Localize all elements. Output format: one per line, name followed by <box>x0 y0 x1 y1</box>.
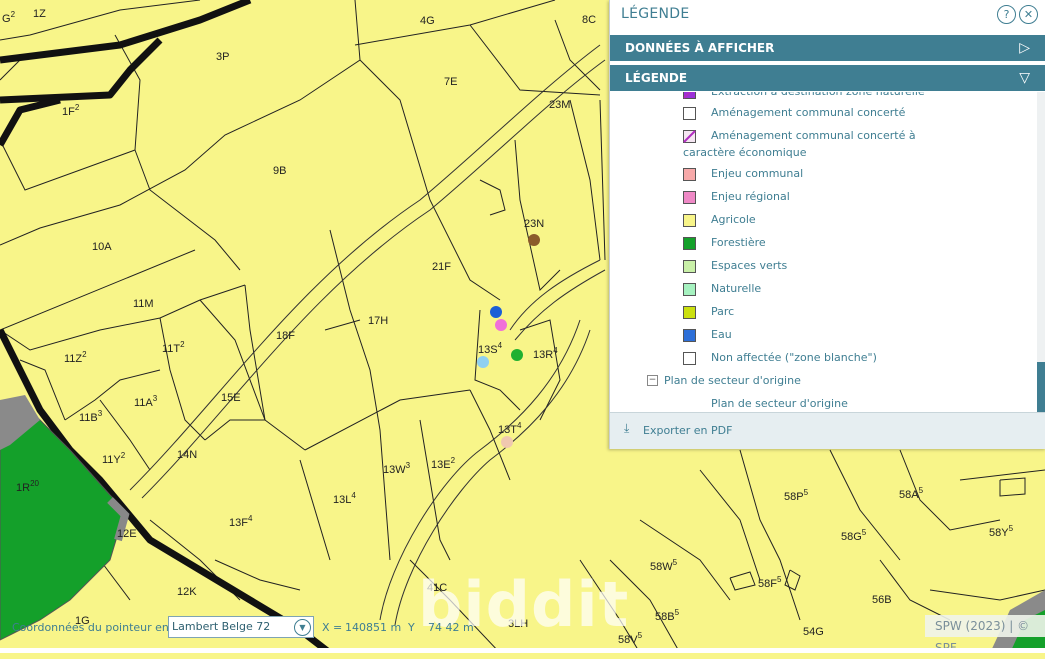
legend-title: LÉGENDE <box>621 6 690 22</box>
parcel-label-23n: 23N <box>524 218 544 230</box>
expand-right-icon: ▷ <box>1019 40 1030 56</box>
legend-group-child-label[interactable]: Plan de secteur d'origine <box>711 397 848 410</box>
legend-item-label[interactable]: Aménagement communal concerté à <box>711 129 916 142</box>
legend-item-label[interactable]: Parc <box>711 305 734 318</box>
legend-item-label[interactable]: Espaces verts <box>711 259 787 272</box>
legend-item-label[interactable]: Enjeu régional <box>711 190 790 203</box>
legend-scroll-thumb[interactable] <box>1037 362 1045 412</box>
parcel-label-3p: 3P <box>216 51 229 63</box>
legend-swatch <box>683 92 696 99</box>
legend-swatch <box>683 168 696 181</box>
legend-list[interactable]: Extraction à destination zone naturelle A… <box>610 92 1036 412</box>
legend-item-label-line2[interactable]: caractère économique <box>683 146 806 159</box>
parcel-label-56b: 56B <box>872 594 892 606</box>
parcel-label-12k: 12K <box>177 586 197 598</box>
marker-green[interactable] <box>511 349 523 361</box>
legend-swatch <box>683 191 696 204</box>
attribution: SPW (2023) | © SPF <box>925 615 1045 655</box>
legend-swatch <box>683 260 696 273</box>
legend-item-label[interactable]: Extraction à destination zone naturelle <box>711 92 925 98</box>
chevron-down-icon[interactable]: ▼ <box>294 619 311 636</box>
legend-panel: LÉGENDE ? ✕ DONNÉES À AFFICHER ▷ LÉGENDE… <box>609 0 1045 449</box>
legend-item-label[interactable]: Forestière <box>711 236 766 249</box>
projection-value: Lambert Belge 72 <box>172 620 271 633</box>
group-collapse-icon[interactable]: − <box>647 375 658 386</box>
parcel-label-12e: 12E <box>117 528 137 540</box>
help-icon[interactable]: ? <box>997 5 1016 24</box>
close-icon[interactable]: ✕ <box>1019 5 1038 24</box>
parcel-label-23m: 23M <box>549 99 570 111</box>
marker-brown[interactable] <box>528 234 540 246</box>
section-legend-toggle[interactable]: LÉGENDE ▽ <box>610 65 1045 91</box>
marker-peach[interactable] <box>501 436 513 448</box>
parcel-label-14n: 14N <box>177 449 197 461</box>
marker-pink[interactable] <box>495 319 507 331</box>
collapse-down-icon: ▽ <box>1019 70 1030 86</box>
parcel-label-17h: 17H <box>368 315 388 327</box>
section-data-toggle[interactable]: DONNÉES À AFFICHER ▷ <box>610 35 1045 61</box>
parcel-label-7e: 7E <box>444 76 457 88</box>
parcel-label-54g: 54G <box>803 626 824 638</box>
coord-prefix: Coordonnées du pointeur en <box>12 621 169 634</box>
parcel-label-9b: 9B <box>273 165 286 177</box>
legend-item-label[interactable]: Eau <box>711 328 732 341</box>
coord-y-value: 74 42 m <box>428 621 474 634</box>
parcel-label-1z: 1Z <box>33 8 46 20</box>
coordinate-bar: Coordonnées du pointeur en Lambert Belge… <box>0 615 500 641</box>
bottom-strip <box>0 648 1045 653</box>
marker-blue[interactable] <box>490 306 502 318</box>
legend-item-label[interactable]: Aménagement communal concerté <box>711 106 905 119</box>
parcel-label-18f: 18F <box>276 330 295 342</box>
parcel-label-4g: 4G <box>420 15 435 27</box>
legend-swatch <box>683 329 696 342</box>
section-data-label: DONNÉES À AFFICHER <box>625 41 775 55</box>
legend-group-label[interactable]: Plan de secteur d'origine <box>664 374 801 387</box>
coord-x-label: X = <box>322 621 343 634</box>
legend-item-label[interactable]: Non affectée ("zone blanche") <box>711 351 877 364</box>
legend-item-label[interactable]: Enjeu communal <box>711 167 803 180</box>
download-icon[interactable]: ⤓ <box>624 421 629 436</box>
marker-lightblue[interactable] <box>477 356 489 368</box>
projection-select[interactable]: Lambert Belge 72 ▼ <box>168 616 314 638</box>
legend-swatch <box>683 107 696 120</box>
legend-swatch <box>683 283 696 296</box>
legend-swatch <box>683 237 696 250</box>
legend-item-label[interactable]: Naturelle <box>711 282 761 295</box>
parcel-label-21f: 21F <box>432 261 451 273</box>
parcel-label-15e: 15E <box>221 392 241 404</box>
parcel-label-10a: 10A <box>92 241 112 253</box>
section-legend-label: LÉGENDE <box>625 71 688 85</box>
legend-swatch <box>683 306 696 319</box>
export-pdf-link[interactable]: Exporter en PDF <box>643 424 732 437</box>
legend-item-label[interactable]: Agricole <box>711 213 756 226</box>
coord-y-label: Y <box>408 621 415 634</box>
legend-footer: ⤓ Exporter en PDF <box>610 412 1045 449</box>
coord-x-value: 140851 m <box>345 621 402 634</box>
legend-swatch <box>683 130 696 143</box>
legend-swatch <box>683 352 696 365</box>
parcel-label-8c: 8C <box>582 14 596 26</box>
parcel-label-11m: 11M <box>133 298 154 310</box>
legend-swatch <box>683 214 696 227</box>
